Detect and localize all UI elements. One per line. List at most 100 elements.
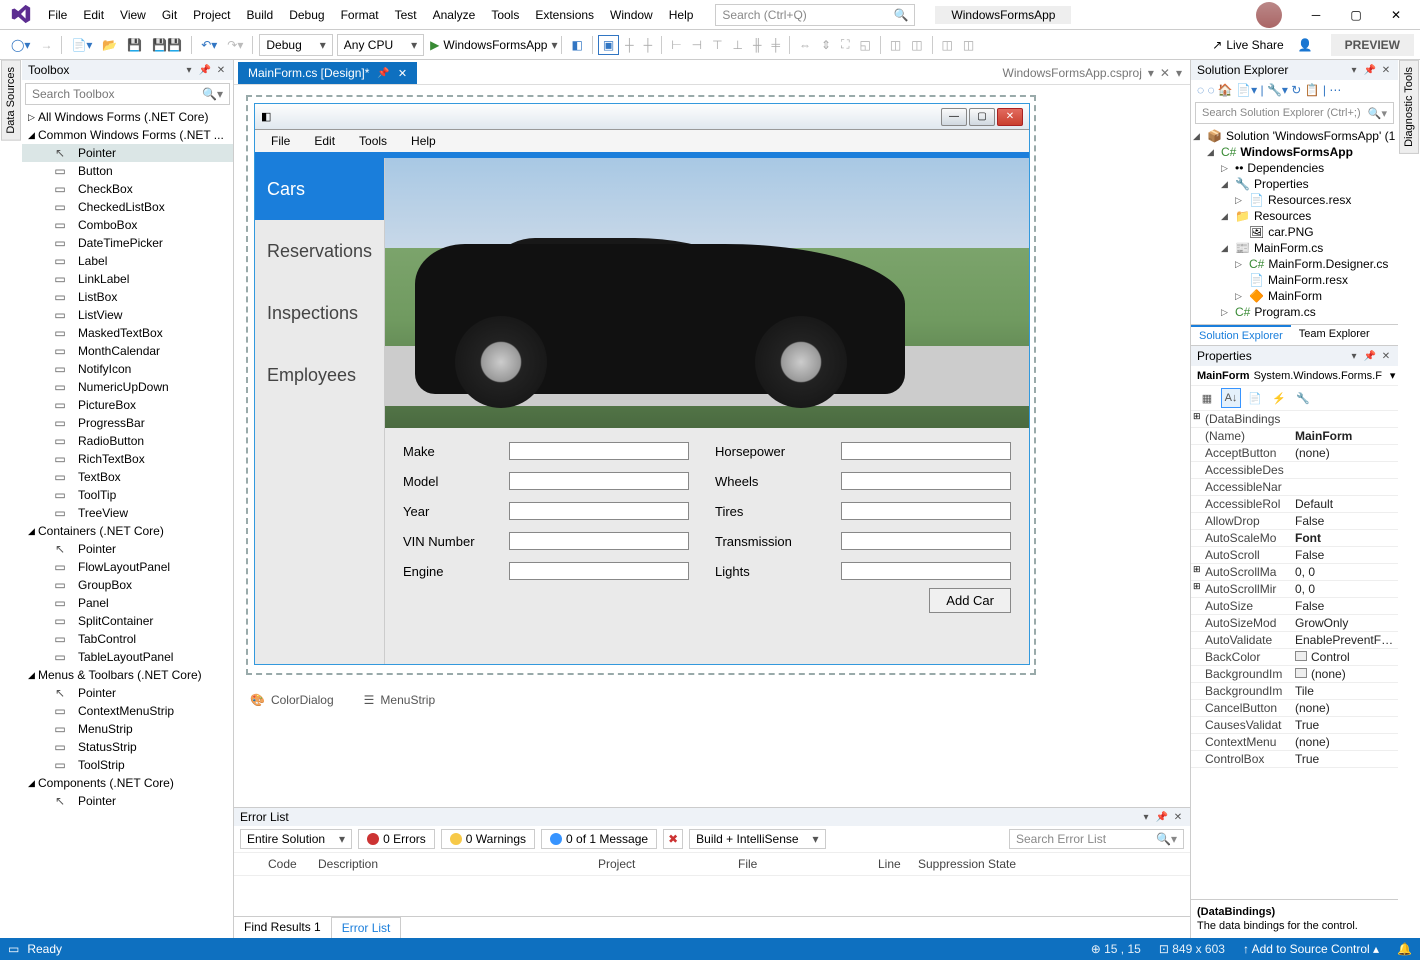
toolbox-item[interactable]: ▭Panel <box>22 594 233 612</box>
sol-pin-icon[interactable]: 📌 <box>1364 64 1376 76</box>
clear-filter-button[interactable]: ✖ <box>663 829 683 849</box>
close-button[interactable]: ✕ <box>1376 2 1416 28</box>
sol-dropdown-icon[interactable]: ▾ <box>1348 64 1360 76</box>
tab-cars[interactable]: Cars <box>255 158 384 220</box>
props-events-icon[interactable]: ⚡ <box>1269 388 1289 408</box>
tree-properties[interactable]: ◢🔧 Properties <box>1193 176 1396 192</box>
property-row[interactable]: AutoSizeFalse <box>1191 598 1398 615</box>
tree-mainform-designer[interactable]: ▷C# MainForm.Designer.cs <box>1193 256 1396 272</box>
props-object-dropdown[interactable] <box>1386 369 1396 382</box>
feedback-icon[interactable]: 👤 <box>1298 38 1313 52</box>
size-btn-3[interactable]: ⛶ <box>837 35 853 54</box>
toolbox-item[interactable]: ▭RichTextBox <box>22 450 233 468</box>
toolbox-pin-icon[interactable]: 📌 <box>199 64 211 76</box>
toolbox-group[interactable]: ◢Components (.NET Core) <box>22 774 233 792</box>
props-close-icon[interactable]: ✕ <box>1380 350 1392 362</box>
size-btn-4[interactable]: ◱ <box>856 36 875 54</box>
property-row[interactable]: AccessibleNar <box>1191 479 1398 496</box>
doc-close-icon[interactable]: ✕ <box>1160 66 1170 80</box>
property-row[interactable]: ⊞AutoScrollMa0, 0 <box>1191 564 1398 581</box>
tree-resources-resx[interactable]: ▷📄 Resources.resx <box>1193 192 1396 208</box>
property-row[interactable]: AutoValidateEnablePreventFocus <box>1191 632 1398 649</box>
platform-combo[interactable]: Any CPU <box>337 34 424 56</box>
tree-car-png[interactable]: 🖼 car.PNG <box>1193 224 1396 240</box>
align-bot-icon[interactable]: ╪ <box>768 36 785 54</box>
menu-format[interactable]: Format <box>333 4 387 26</box>
toolbox-item[interactable]: ↖Pointer <box>22 144 233 162</box>
property-row[interactable]: CancelButton(none) <box>1191 700 1398 717</box>
redo-button[interactable]: ↷▾ <box>223 36 247 54</box>
add-source-control-button[interactable]: ↑ Add to Source Control ▴ <box>1243 942 1379 956</box>
toolbox-item[interactable]: ▭LinkLabel <box>22 270 233 288</box>
form-designer[interactable]: ◧ — ▢ ✕ File Edit Tools Help <box>254 103 1030 665</box>
data-sources-tab[interactable]: Data Sources <box>1 60 21 141</box>
toolbox-item[interactable]: ▭MonthCalendar <box>22 342 233 360</box>
toolbox-item[interactable]: ▭NumericUpDown <box>22 378 233 396</box>
toolbox-item[interactable]: ↖Pointer <box>22 540 233 558</box>
error-pin-icon[interactable]: 📌 <box>1156 811 1168 823</box>
nav-back-button[interactable]: ◯▾ <box>7 36 34 54</box>
align-top-icon[interactable]: ⊥ <box>729 36 747 54</box>
toolbox-item[interactable]: ▭ProgressBar <box>22 414 233 432</box>
toolbox-item[interactable]: ▭StatusStrip <box>22 738 233 756</box>
props-wrench-icon[interactable]: 🔧 <box>1293 388 1313 408</box>
field-input[interactable] <box>509 442 689 460</box>
toolbox-item[interactable]: ▭TabControl <box>22 630 233 648</box>
toolbox-item[interactable]: ▭ToolTip <box>22 486 233 504</box>
tree-resources-folder[interactable]: ◢📁 Resources <box>1193 208 1396 224</box>
field-input[interactable] <box>841 532 1011 550</box>
toolbox-item[interactable]: ▭TableLayoutPanel <box>22 648 233 666</box>
props-pin-icon[interactable]: 📌 <box>1364 350 1376 362</box>
field-input[interactable] <box>841 502 1011 520</box>
tab-employees[interactable]: Employees <box>255 344 384 406</box>
layout-btn-1[interactable]: ◧ <box>567 36 586 54</box>
project-dropdown-icon[interactable]: ▾ <box>1148 66 1154 80</box>
toolbox-item[interactable]: ▭MaskedTextBox <box>22 324 233 342</box>
menu-project[interactable]: Project <box>185 4 238 26</box>
tree-program-cs[interactable]: ▷C# Program.cs <box>1193 304 1396 320</box>
align-btn-2[interactable]: ┼ <box>640 36 657 54</box>
order-btn-1[interactable]: ◫ <box>886 36 905 54</box>
sol-close-icon[interactable]: ✕ <box>1380 64 1392 76</box>
tree-mainform-resx[interactable]: 📄 MainForm.resx <box>1193 272 1396 288</box>
property-row[interactable]: AccessibleRolDefault <box>1191 496 1398 513</box>
form-menu-tools[interactable]: Tools <box>349 132 397 150</box>
save-button[interactable]: 💾 <box>123 36 146 54</box>
toolbox-item[interactable]: ▭FlowLayoutPanel <box>22 558 233 576</box>
toolbox-dropdown-icon[interactable]: ▾ <box>183 64 195 76</box>
tab-inspections[interactable]: Inspections <box>255 282 384 344</box>
error-search-input[interactable]: Search Error List🔍▾ <box>1009 829 1184 849</box>
property-row[interactable]: BackColorControl <box>1191 649 1398 666</box>
toolbox-group[interactable]: ◢Common Windows Forms (.NET ... <box>22 126 233 144</box>
menu-test[interactable]: Test <box>387 4 425 26</box>
order-btn-3[interactable]: ◫ <box>938 36 957 54</box>
toolbox-item[interactable]: ▭SplitContainer <box>22 612 233 630</box>
property-row[interactable]: (Name)MainForm <box>1191 428 1398 445</box>
order-btn-2[interactable]: ◫ <box>907 36 926 54</box>
toolbox-item[interactable]: ▭CheckBox <box>22 180 233 198</box>
toolbox-item[interactable]: ↖Pointer <box>22 684 233 702</box>
add-car-button[interactable]: Add Car <box>929 588 1011 613</box>
layout-btn-2[interactable]: ▣ <box>598 35 619 55</box>
tree-dependencies[interactable]: ▷•• Dependencies <box>1193 160 1396 176</box>
tree-mainform-cs[interactable]: ◢📰 MainForm.cs <box>1193 240 1396 256</box>
tab-find-results[interactable]: Find Results 1 <box>234 917 331 938</box>
toolbox-close-icon[interactable]: ✕ <box>215 64 227 76</box>
props-alphabetical-icon[interactable]: A↓ <box>1221 388 1241 408</box>
menu-git[interactable]: Git <box>154 4 185 26</box>
toolbox-item[interactable]: ▭RadioButton <box>22 432 233 450</box>
toolbox-item[interactable]: ▭ListView <box>22 306 233 324</box>
property-row[interactable]: ⊞(DataBindings <box>1191 411 1398 428</box>
minimize-button[interactable]: ─ <box>1296 2 1336 28</box>
menu-build[interactable]: Build <box>239 4 282 26</box>
quick-search-input[interactable]: Search (Ctrl+Q) 🔍 <box>715 4 915 26</box>
menu-debug[interactable]: Debug <box>281 4 332 26</box>
order-btn-4[interactable]: ◫ <box>959 36 978 54</box>
toolbox-item[interactable]: ▭CheckedListBox <box>22 198 233 216</box>
tab-team-explorer[interactable]: Team Explorer <box>1291 325 1378 345</box>
property-row[interactable]: AcceptButton(none) <box>1191 445 1398 462</box>
close-tab-icon[interactable]: ✕ <box>398 67 407 80</box>
align-right-icon[interactable]: ⊤ <box>708 36 726 54</box>
status-notification-icon[interactable]: 🔔 <box>1397 942 1412 956</box>
component-colordialog[interactable]: 🎨ColorDialog <box>250 693 334 707</box>
